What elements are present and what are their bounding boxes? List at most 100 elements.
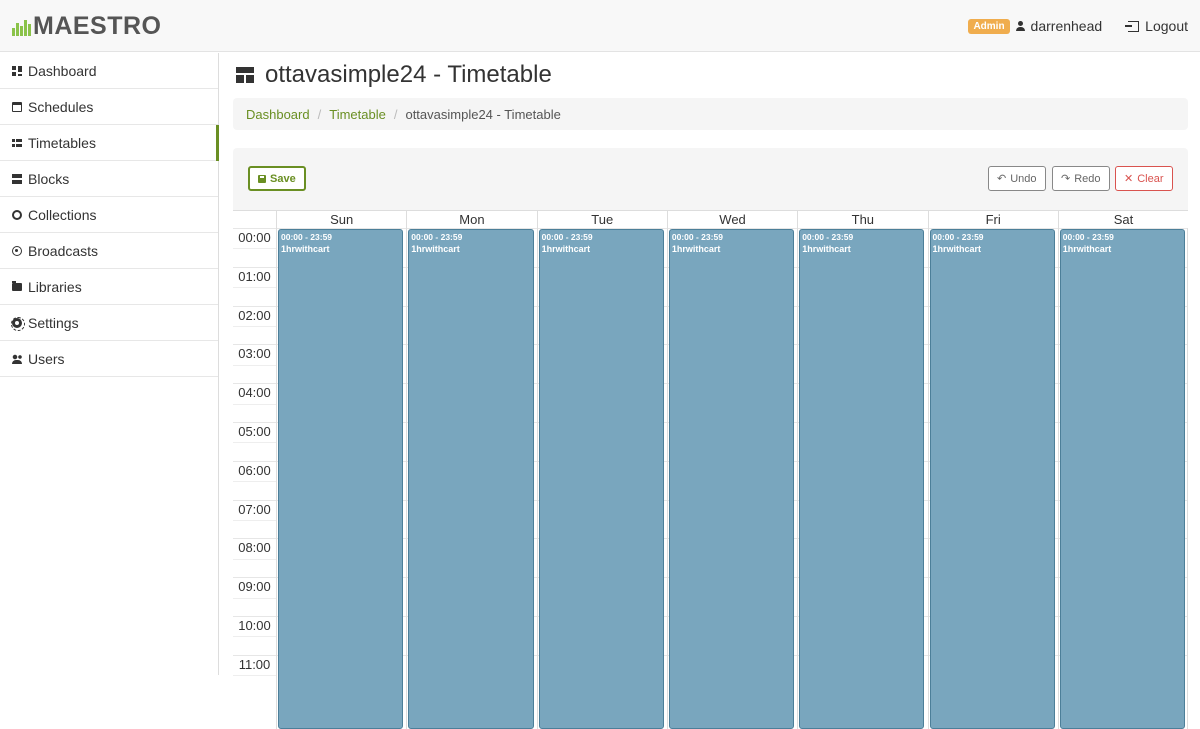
event-name: 1hrwithcart (671, 244, 721, 254)
event-time: 00:00 - 23:59 (1062, 232, 1114, 242)
sidebar-item-label: Blocks (28, 170, 70, 187)
username-link[interactable]: darrenhead (1031, 18, 1103, 34)
half-hour-gridline (233, 364, 276, 366)
timetable-panel: Save ↶ Undo ↷ Redo ✕ Clear 00:00 01:00 02:… (233, 148, 1189, 729)
timetable-icon (236, 67, 254, 83)
role-badge: Admin (968, 18, 1010, 34)
users-icon (12, 353, 22, 364)
time-label: 05:00 (238, 424, 271, 439)
breadcrumb-dashboard[interactable]: Dashboard (246, 107, 310, 122)
half-hour-gridline (233, 675, 276, 677)
time-label: 06:00 (238, 462, 271, 478)
dashboard-icon (12, 65, 22, 76)
logout-link[interactable]: Logout (1125, 18, 1188, 34)
sidebar-item-label: Timetables (28, 134, 96, 151)
time-label: 07:00 (238, 501, 271, 517)
brand-name: MAESTRO (33, 12, 162, 40)
event-name: 1hrwithcart (1062, 244, 1112, 254)
clear-button[interactable]: ✕ Clear (1115, 166, 1173, 191)
half-hour-gridline (233, 403, 276, 405)
event-name: 1hrwithcart (281, 244, 330, 254)
close-icon: ✕ (1124, 173, 1134, 185)
half-hour-gridline (233, 326, 276, 327)
breadcrumb-separator: / (317, 106, 322, 122)
breadcrumb-separator: / (393, 106, 398, 122)
sidebar-item-libraries[interactable]: Libraries (0, 269, 218, 305)
sidebar-item-label: Libraries (28, 278, 82, 295)
user-icon (1015, 21, 1025, 31)
timetable-toolbar: Save ↶ Undo ↷ Redo ✕ Clear (233, 148, 1188, 210)
timetable-grid: 00:00 01:00 02:00 03:00 04:00 05:00 06:00 07:00… (233, 210, 1189, 729)
sidebar-item-timetables[interactable]: Timetables (0, 125, 219, 161)
grid-icon (12, 137, 22, 148)
sidebar-item-label: Broadcasts (28, 242, 99, 259)
sidebar-item-users[interactable]: Users (0, 341, 218, 377)
time-label: 09:00 (238, 579, 271, 595)
day-column-divider (536, 228, 538, 729)
day-header-wed: Wed (666, 211, 797, 228)
day-column-divider (1057, 228, 1059, 729)
breadcrumb-timetable[interactable]: Timetable (329, 107, 386, 122)
day-column-divider (797, 228, 799, 729)
sidebar-item-label: Settings (28, 314, 79, 331)
sidebar-item-blocks[interactable]: Blocks (0, 161, 218, 197)
gear-icon (11, 316, 25, 331)
clear-label: Clear (1137, 172, 1164, 185)
sidebar-item-broadcasts[interactable]: Broadcasts (0, 233, 218, 269)
event-name: 1hrwithcart (541, 244, 591, 254)
redo-button[interactable]: ↷ Redo (1052, 166, 1110, 191)
sidebar-item-collections[interactable]: Collections (0, 197, 218, 233)
event-time: 00:00 - 23:59 (671, 232, 723, 242)
half-hour-gridline (233, 248, 276, 250)
redo-label: Redo (1074, 172, 1101, 185)
undo-icon: ↶ (997, 173, 1007, 185)
time-label: 10:00 (238, 618, 271, 633)
event-name: 1hrwithcart (932, 244, 982, 254)
event-name: 1hrwithcart (411, 244, 460, 254)
day-column-divider (666, 228, 668, 729)
main-content: ottavasimple24 - Timetable Dashboard / T… (233, 53, 1189, 729)
timetable-event[interactable]: 00:00 - 23:59 1hrwithcart (408, 229, 534, 729)
user-menu: Admin darrenhead Logout (968, 0, 1188, 52)
sidebar-item-settings[interactable]: Settings (0, 305, 218, 341)
day-header-thu: Thu (797, 211, 927, 228)
timetable-event[interactable]: 00:00 - 23:59 1hrwithcart (1059, 229, 1186, 729)
sidebar: Dashboard Schedules Timetables Blocks Co… (0, 53, 219, 675)
half-hour-gridline (233, 287, 276, 289)
floppy-icon (258, 174, 266, 183)
day-header-fri: Fri (927, 211, 1058, 228)
page-header: ottavasimple24 - Timetable (233, 53, 1188, 97)
day-header-tue: Tue (536, 211, 667, 228)
sidebar-item-dashboard[interactable]: Dashboard (0, 53, 218, 89)
redo-icon: ↷ (1061, 173, 1071, 185)
event-time: 00:00 - 23:59 (541, 232, 593, 242)
top-navbar: MAESTRO Admin darrenhead Logout (0, 0, 1200, 52)
logout-label: Logout (1145, 18, 1188, 34)
time-label: 11:00 (238, 656, 271, 672)
undo-button[interactable]: ↶ Undo (988, 166, 1046, 191)
timetable-event[interactable]: 00:00 - 23:59 1hrwithcart (929, 229, 1055, 729)
half-hour-gridline (233, 597, 276, 599)
time-label: 03:00 (238, 346, 271, 362)
save-label: Save (270, 172, 296, 185)
save-button[interactable]: Save (248, 166, 306, 191)
sidebar-item-schedules[interactable]: Schedules (0, 89, 218, 125)
half-hour-gridline (233, 558, 276, 560)
timetable-event[interactable]: 00:00 - 23:59 1hrwithcart (278, 229, 404, 729)
timetable-event[interactable]: 00:00 - 23:59 1hrwithcart (799, 229, 925, 729)
half-hour-gridline (233, 520, 276, 521)
day-column-divider (1187, 228, 1189, 729)
timetable-event[interactable]: 00:00 - 23:59 1hrwithcart (668, 229, 795, 729)
undo-label: Undo (1010, 172, 1037, 185)
day-column-divider (927, 228, 929, 729)
timetable-event[interactable]: 00:00 - 23:59 1hrwithcart (538, 229, 664, 729)
breadcrumb-current: ottavasimple24 - Timetable (405, 106, 561, 122)
day-header-sat: Sat (1057, 211, 1188, 228)
brand-logo[interactable]: MAESTRO (12, 12, 162, 40)
event-time: 00:00 - 23:59 (281, 232, 333, 242)
sidebar-item-label: Collections (28, 206, 97, 223)
day-header-sun: Sun (276, 211, 406, 228)
half-hour-gridline (233, 442, 276, 444)
equalizer-icon (12, 16, 31, 36)
event-time: 00:00 - 23:59 (932, 232, 984, 242)
